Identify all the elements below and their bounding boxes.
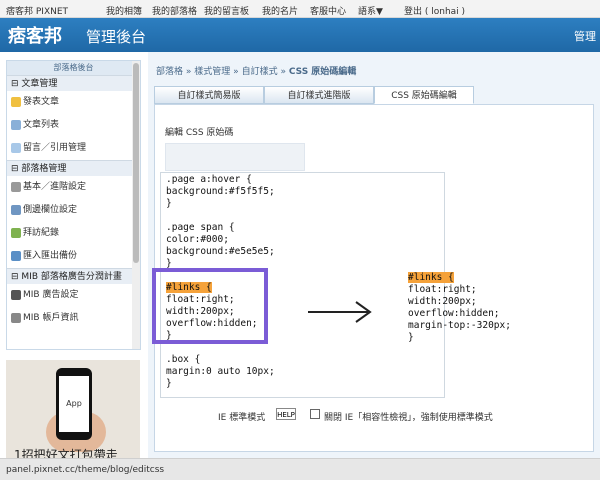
browser-status-bar: panel.pixnet.cc/theme/blog/editcss	[0, 458, 600, 480]
panel-title: 編輯 CSS 原始碼	[165, 128, 234, 138]
sidebar-item-label: 發表文章	[23, 97, 60, 107]
sidebar-scrollbar[interactable]	[132, 61, 140, 349]
import-export-icon	[11, 251, 21, 261]
snippet-line: margin-top:-320px;	[408, 320, 511, 331]
sidebar-item-label: 基本／進階設定	[23, 182, 87, 192]
sidebar-item-comments[interactable]: 留言／引用管理	[7, 137, 140, 160]
topnav-album[interactable]: 我的相簿	[106, 4, 142, 17]
topnav-card[interactable]: 我的名片	[262, 4, 298, 17]
status-url: panel.pixnet.cc/theme/blog/editcss	[6, 465, 165, 475]
ad-banner[interactable]: App 1招把好文打包帶走	[6, 360, 140, 468]
sidebar-item-label: MIB 帳戶資訊	[23, 313, 79, 323]
code-line: background:#e5e5e5;	[166, 246, 275, 257]
code-line: }	[166, 198, 172, 209]
sidebar-section-blog[interactable]: ⊟ 部落格管理	[7, 160, 140, 176]
sidebar-item-mib-ads[interactable]: MIB 廣告設定	[7, 284, 140, 307]
code-line: background:#f5f5f5;	[166, 186, 275, 197]
ie-standard-mode-row: IE 標準模式 HELP 關閉 IE「相容性檢視」，強制使用標準模式	[148, 402, 600, 428]
app-header: 痞客邦 管理後台 管理	[0, 18, 600, 52]
code-line: .page span {	[166, 222, 235, 233]
tab-advanced[interactable]: 自訂樣式進階版	[264, 86, 374, 104]
sidebar-item-mib-account[interactable]: MIB 帳戶資訊	[7, 307, 140, 330]
phone-illustration: App	[56, 368, 92, 440]
sidebar-item-label: MIB 廣告設定	[23, 290, 79, 300]
sidebar-item-settings[interactable]: 基本／進階設定	[7, 176, 140, 199]
top-nav-bar: 痞客邦 PIXNET 我的相簿 我的部落格 我的留言板 我的名片 客服中心 語系…	[0, 0, 600, 18]
sidebar-item-article-list[interactable]: 文章列表	[7, 114, 140, 137]
sidebar-item-label: 側邊欄位設定	[23, 205, 78, 215]
sidebar-item-label: 匯入匯出備份	[23, 251, 78, 261]
ie-compat-text: 關閉 IE「相容性檢視」，強制使用標準模式	[324, 413, 493, 423]
topnav-logout[interactable]: 登出 ( lonhai )	[404, 4, 465, 17]
tab-css-editor[interactable]: CSS 原始碼編輯	[374, 86, 474, 104]
sidebar-section-label: MIB 部落格廣告分潤計畫	[21, 272, 122, 282]
breadcrumb-style[interactable]: 樣式管理	[194, 67, 230, 77]
account-icon	[11, 313, 21, 323]
snippet-line-highlighted: #links {	[408, 272, 454, 283]
phone-screen: App	[59, 376, 89, 432]
right-arrow-icon	[308, 301, 372, 323]
comment-icon	[11, 143, 21, 153]
help-button[interactable]: HELP	[276, 408, 296, 420]
breadcrumb-separator: »	[185, 67, 192, 77]
admin-title: 管理後台	[86, 28, 147, 46]
code-line: color:#000;	[166, 234, 229, 245]
breadcrumb-separator: »	[280, 67, 286, 77]
sidebar-item-new-article[interactable]: 發表文章	[7, 91, 140, 114]
breadcrumb-separator: »	[233, 67, 239, 77]
gear-icon	[11, 182, 21, 192]
topnav-support[interactable]: 客服中心	[310, 4, 346, 17]
sidebar-item-sidebar-settings[interactable]: 側邊欄位設定	[7, 199, 140, 222]
sidebar: 部落格後台 ⊟ 文章管理 發表文章 文章列表 留言／引用管理 ⊟ 部落格管理 基…	[0, 52, 145, 352]
annotation-frame	[152, 268, 268, 344]
sidebar-section-articles[interactable]: ⊟ 文章管理	[7, 75, 140, 91]
code-line: margin:0 auto 10px;	[166, 366, 275, 377]
code-line: }	[166, 378, 172, 389]
topnav-guestbook[interactable]: 我的留言板	[204, 4, 249, 17]
sidebar-section-label: 部落格管理	[21, 164, 67, 174]
pixnet-logo[interactable]: 痞客邦	[8, 22, 62, 48]
sidebar-item-label: 拜訪紀錄	[23, 228, 60, 238]
topnav-language[interactable]: 語系▼	[358, 4, 383, 17]
sidebar-item-label: 留言／引用管理	[23, 143, 87, 153]
snippet-line: float:right;	[408, 284, 477, 295]
sidebar-item-backup[interactable]: 匯入匯出備份	[7, 245, 140, 268]
topnav-pixnet[interactable]: 痞客邦 PIXNET	[6, 4, 68, 17]
sidebar-item-label: 文章列表	[23, 120, 60, 130]
tab-simple[interactable]: 自訂樣式簡易版	[154, 86, 264, 104]
sidebar-section-label: 文章管理	[21, 79, 58, 89]
code-line: .page a:hover {	[166, 174, 252, 185]
footprint-icon	[11, 228, 21, 238]
sidebar-section-mib[interactable]: ⊟ MIB 部落格廣告分潤計畫	[7, 268, 140, 284]
breadcrumb-blog[interactable]: 部落格	[156, 67, 183, 77]
breadcrumb-custom[interactable]: 自訂樣式	[242, 67, 278, 77]
ie-compat-checkbox[interactable]	[310, 409, 320, 419]
sidebar-title: 部落格後台	[7, 61, 140, 75]
modified-snippet: #links { float:right; width:200px; overf…	[408, 272, 511, 349]
breadcrumb: 部落格 » 樣式管理 » 自訂樣式 » CSS 原始碼編輯	[156, 64, 356, 77]
snippet-line: overflow:hidden;	[408, 308, 500, 319]
breadcrumb-current: CSS 原始碼編輯	[288, 67, 357, 77]
toolbar-area	[165, 143, 305, 171]
pencil-icon	[11, 97, 21, 107]
document-icon	[11, 120, 21, 130]
sidebar-item-visits[interactable]: 拜訪紀錄	[7, 222, 140, 245]
snippet-line: width:200px;	[408, 296, 477, 307]
layout-icon	[11, 205, 21, 215]
header-right-link[interactable]: 管理	[574, 28, 596, 44]
topnav-blog[interactable]: 我的部落格	[152, 4, 197, 17]
snippet-line: }	[408, 332, 414, 343]
ie-mode-label: IE 標準模式	[218, 413, 266, 423]
barcode-icon	[11, 290, 21, 300]
code-line: .box {	[166, 354, 201, 365]
sidebar-frame: 部落格後台 ⊟ 文章管理 發表文章 文章列表 留言／引用管理 ⊟ 部落格管理 基…	[6, 60, 141, 350]
sidebar-scroll-thumb[interactable]	[133, 63, 139, 263]
